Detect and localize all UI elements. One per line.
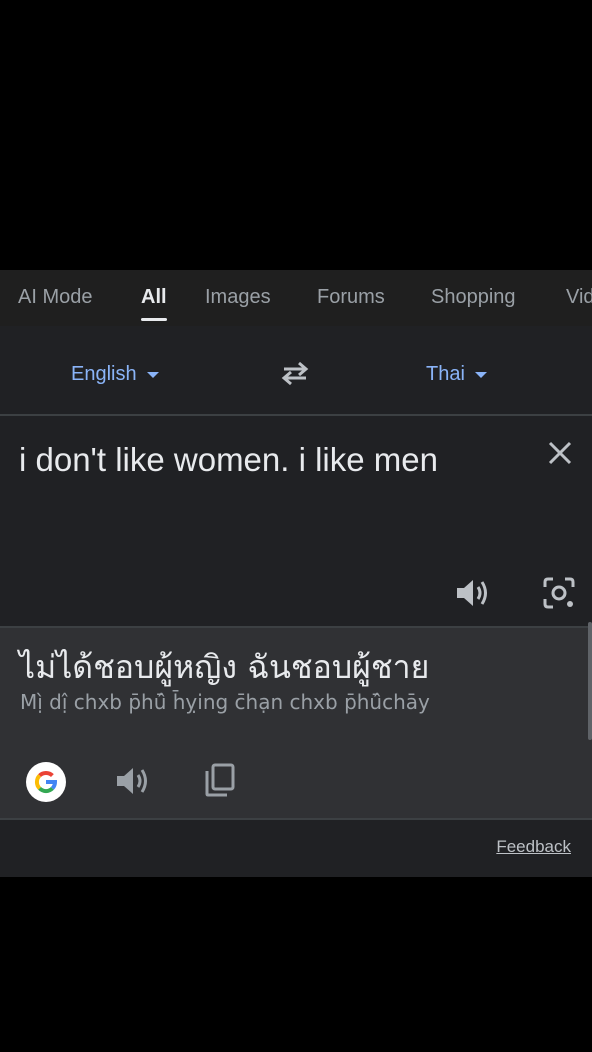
scrollbar[interactable]	[588, 622, 592, 740]
language-bar: English Thai	[0, 326, 592, 414]
tab-forums[interactable]: Forums	[317, 286, 385, 309]
tab-ai-mode[interactable]: AI Mode	[18, 286, 92, 309]
speaker-icon[interactable]	[454, 576, 490, 615]
google-g-logo	[26, 762, 66, 807]
tab-videos[interactable]: Vid	[566, 286, 592, 309]
source-input-area[interactable]: i don't like women. i like men	[0, 416, 592, 626]
target-language-label: Thai	[426, 363, 465, 385]
chevron-down-icon	[146, 371, 159, 378]
target-language-select[interactable]: Thai	[426, 363, 487, 386]
source-text[interactable]: i don't like women. i like men	[19, 434, 519, 485]
transliteration-text: Mị̀ dị̂ chxb p̄hū̂ h̄ỵing c̄hạn chxb p̄h…	[20, 690, 430, 714]
translation-text: ไม่ได้ชอบผู้หญิง ฉันชอบผู้ชาย	[19, 648, 430, 686]
tab-all[interactable]: All	[141, 286, 167, 309]
close-icon[interactable]	[546, 439, 574, 472]
feedback-link[interactable]: Feedback	[496, 837, 571, 857]
search-tabs: AI Mode All Images Forums Shopping Vid	[0, 270, 592, 326]
source-language-select[interactable]: English	[71, 363, 159, 386]
chevron-down-icon	[474, 371, 487, 378]
copy-icon[interactable]	[203, 762, 237, 803]
screen: AI Mode All Images Forums Shopping Vid E…	[0, 0, 592, 1052]
tab-images[interactable]: Images	[205, 286, 271, 309]
speaker-icon[interactable]	[114, 764, 150, 803]
translation-result: ไม่ได้ชอบผู้หญิง ฉันชอบผู้ชาย Mị̀ dị̂ ch…	[0, 628, 592, 818]
footer: Feedback	[0, 820, 592, 877]
active-tab-indicator	[141, 318, 167, 321]
translate-panel: AI Mode All Images Forums Shopping Vid E…	[0, 270, 592, 877]
tab-shopping[interactable]: Shopping	[431, 286, 516, 309]
source-language-label: English	[71, 363, 137, 385]
camera-lens-icon[interactable]	[541, 576, 577, 615]
swap-arrows-icon[interactable]	[278, 360, 312, 391]
